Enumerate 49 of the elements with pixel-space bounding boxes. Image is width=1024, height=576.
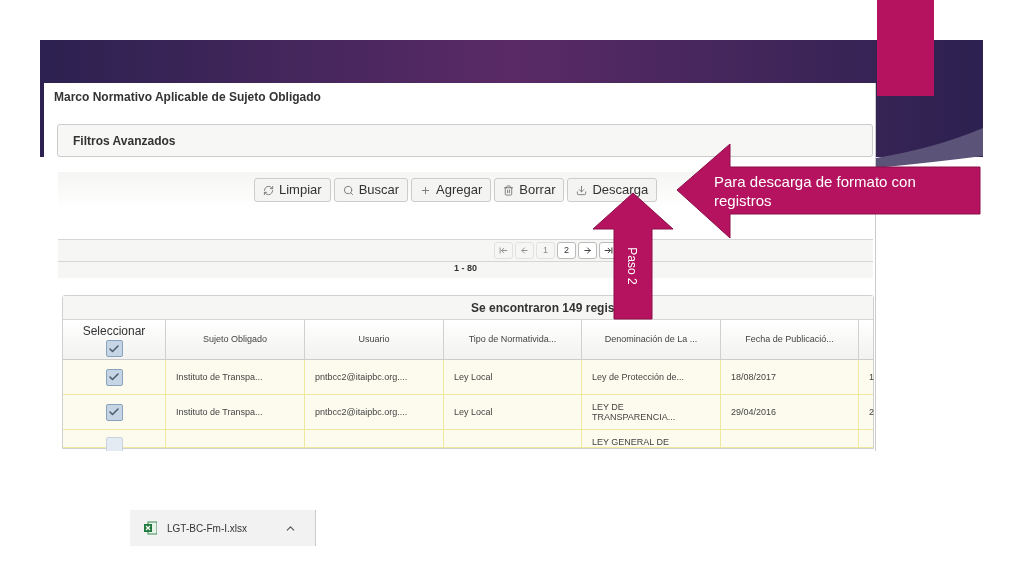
table-cell: Ley Local [454, 372, 493, 382]
page-button[interactable]: 2 [557, 242, 576, 259]
column-title: Denominación de La ... [604, 332, 698, 346]
table-cell: Instituto de Transpa... [176, 372, 263, 382]
toolbar-button[interactable]: Buscar [333, 178, 409, 202]
trash-icon [503, 184, 515, 196]
checkbox[interactable] [105, 437, 123, 451]
table-cell: Instituto de Transpa... [176, 407, 263, 417]
table-cell: 1 [869, 372, 874, 382]
table-cell: pntbcc2@itaipbc.org.... [315, 407, 408, 417]
arrow-to-line-left-icon [499, 246, 508, 255]
file-name[interactable]: LGT-BC-Fm-I.xlsx [167, 520, 284, 536]
refresh-icon [263, 184, 274, 196]
toolbar-button[interactable]: Agregar [411, 178, 492, 202]
callout-text: Para descarga de formato con registros [714, 172, 917, 210]
callout-text: Paso 2 [624, 246, 640, 287]
table-cell-text: Ley de Protección de... [592, 372, 686, 382]
table-cell: 18/08/2017 [731, 372, 777, 382]
column-title: Tipo de Normativida... [468, 332, 557, 346]
toolbar-button[interactable]: Descarga [567, 178, 658, 202]
table-cell: 2 [869, 407, 874, 417]
arrow-to-line-right-icon [604, 246, 613, 255]
table-cell: pntbcc2@itaipbc.org.... [315, 372, 408, 382]
column-title: Fecha de Publicació... [745, 332, 834, 346]
search-icon [342, 184, 354, 196]
table-cell: Ley Local [454, 407, 493, 417]
filters-panel[interactable]: Filtros Avanzados [57, 124, 873, 157]
table-cell: 29/04/2016 [731, 407, 777, 417]
column-title: Seleccionar [82, 323, 146, 340]
toolbar-button[interactable]: Borrar [494, 178, 565, 202]
download-icon [576, 184, 588, 196]
record-range: 1 - 80 [454, 262, 477, 275]
checkbox[interactable] [105, 368, 123, 386]
arrow-left-icon [520, 246, 529, 255]
page-title: Marco Normativo Aplicable de Sujeto Obligado [53, 89, 322, 106]
check-icon [108, 371, 120, 383]
spreadsheet-file-icon [144, 521, 157, 535]
checkbox[interactable] [105, 403, 123, 421]
column-title: Usuario [358, 332, 390, 346]
table-cell-text: LEY GENERAL DE [592, 437, 671, 447]
column-title: Sujeto Obligado [202, 332, 267, 346]
arrow-right-icon [583, 246, 592, 255]
table-cell-text: LEY DE TRANSPARENCIA... [592, 402, 677, 422]
checkbox[interactable] [105, 340, 123, 357]
plus-icon [420, 184, 432, 196]
toolbar-button[interactable]: Limpiar [254, 178, 331, 202]
check-icon [108, 342, 120, 355]
next-page-button[interactable] [578, 242, 597, 259]
check-icon [108, 406, 120, 418]
